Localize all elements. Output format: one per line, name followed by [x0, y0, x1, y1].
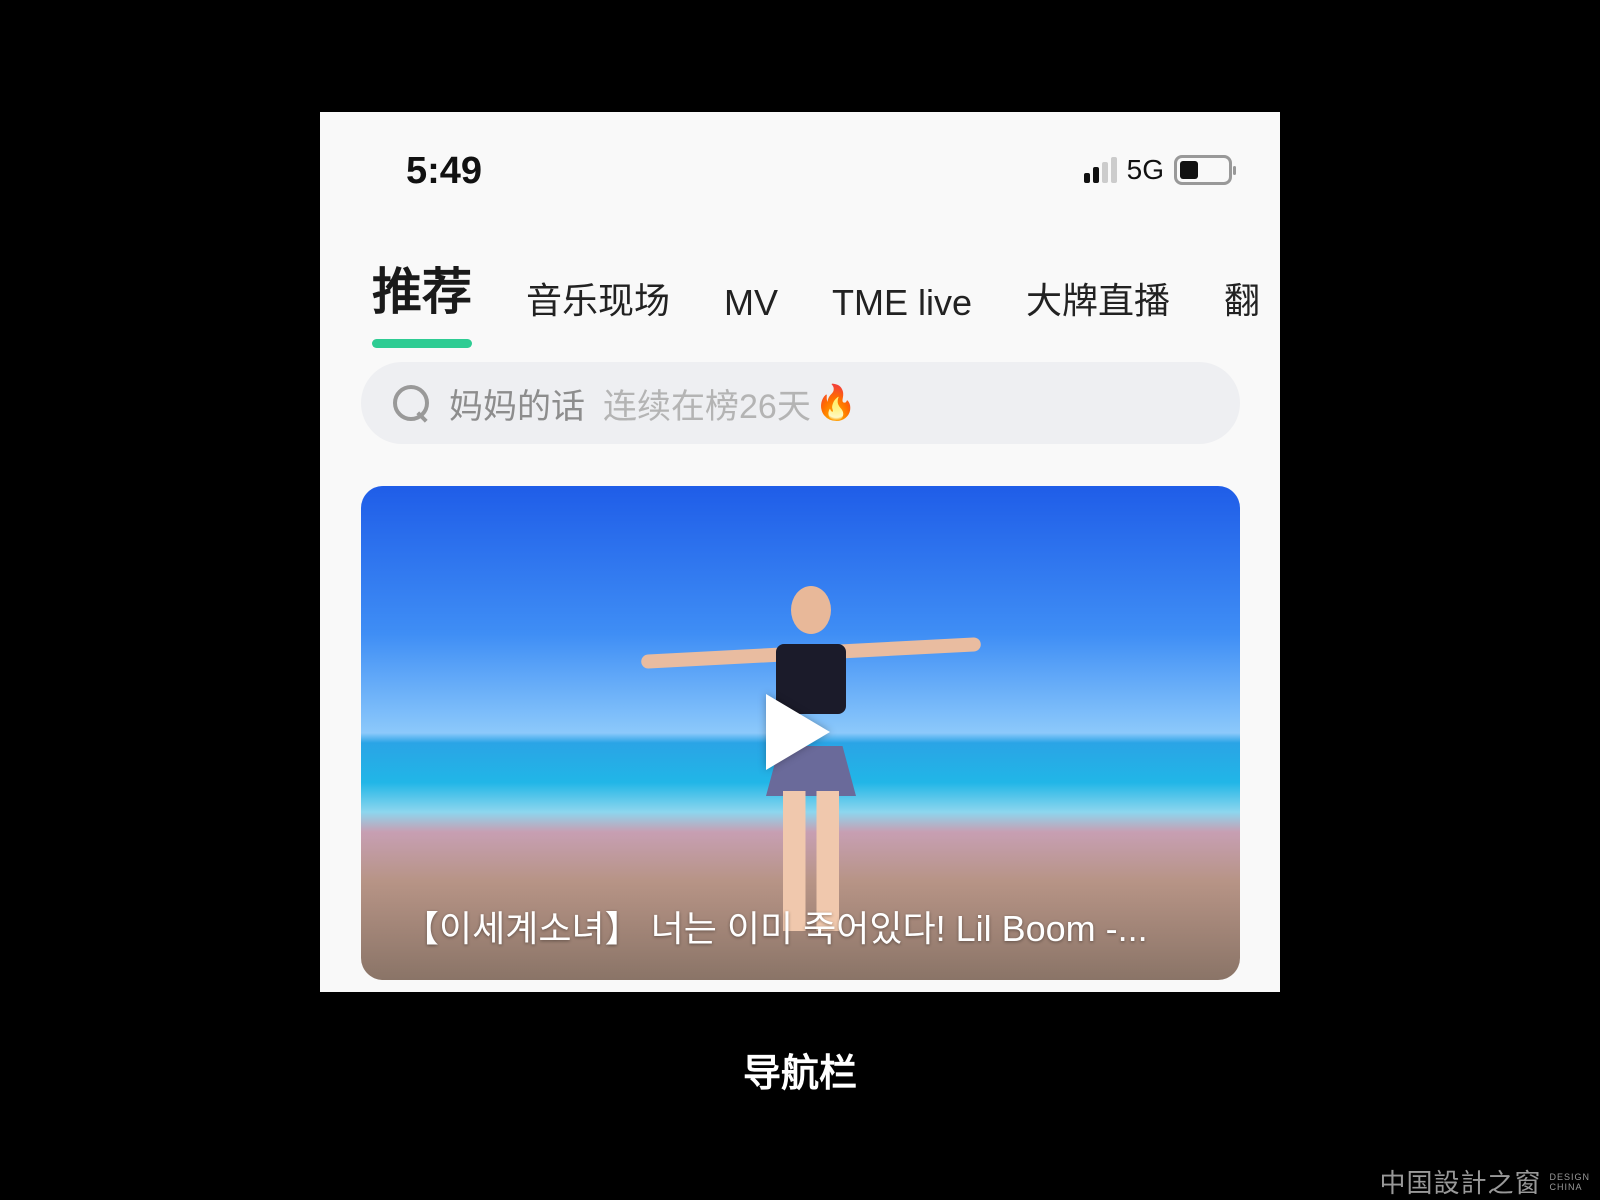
battery-icon	[1174, 155, 1236, 185]
status-icons: 5G	[1083, 154, 1236, 186]
search-icon	[391, 383, 431, 423]
search-hint: 连续在榜26天	[603, 387, 811, 426]
status-time: 5:49	[406, 150, 483, 192]
tab-music-live[interactable]: 音乐现场	[526, 272, 670, 324]
signal-icon	[1083, 157, 1117, 183]
watermark-en: DESIGN CHINA	[1549, 1171, 1590, 1192]
slide-caption: 导航栏	[742, 1053, 857, 1095]
tab-cover[interactable]: 翻	[1224, 272, 1260, 324]
video-card[interactable]: 【이세계소녀】 너는 이미 죽어있다! Lil Boom -...	[361, 486, 1240, 980]
watermark-cn: 中国設計之窗	[1379, 1168, 1542, 1198]
network-label: 5G	[1126, 154, 1164, 185]
video-title: 【이세계소녀】 너는 이미 죽어있다! Lil Boom -...	[403, 908, 1148, 949]
watermark-logo: 中国設計之窗 DESIGN CHINA	[1379, 1163, 1590, 1200]
tab-recommend[interactable]: 推荐	[372, 252, 472, 348]
fire-icon: 🔥	[814, 384, 858, 422]
search-bar[interactable]: 妈妈的话 连续在榜26天 🔥	[361, 362, 1240, 444]
top-nav-tabs: 推荐 音乐现场 MV TME live 大牌直播 翻	[372, 252, 1260, 348]
search-keyword: 妈妈的话	[449, 387, 585, 426]
phone-screen: 5:49 5G 推荐 音乐现场 MV TME live 大牌直播 翻 妈妈的话 …	[320, 112, 1280, 992]
tab-brand-live[interactable]: 大牌直播	[1026, 272, 1170, 324]
tab-tme-live[interactable]: TME live	[832, 282, 972, 324]
play-icon[interactable]	[766, 694, 830, 770]
tab-mv[interactable]: MV	[724, 282, 778, 324]
